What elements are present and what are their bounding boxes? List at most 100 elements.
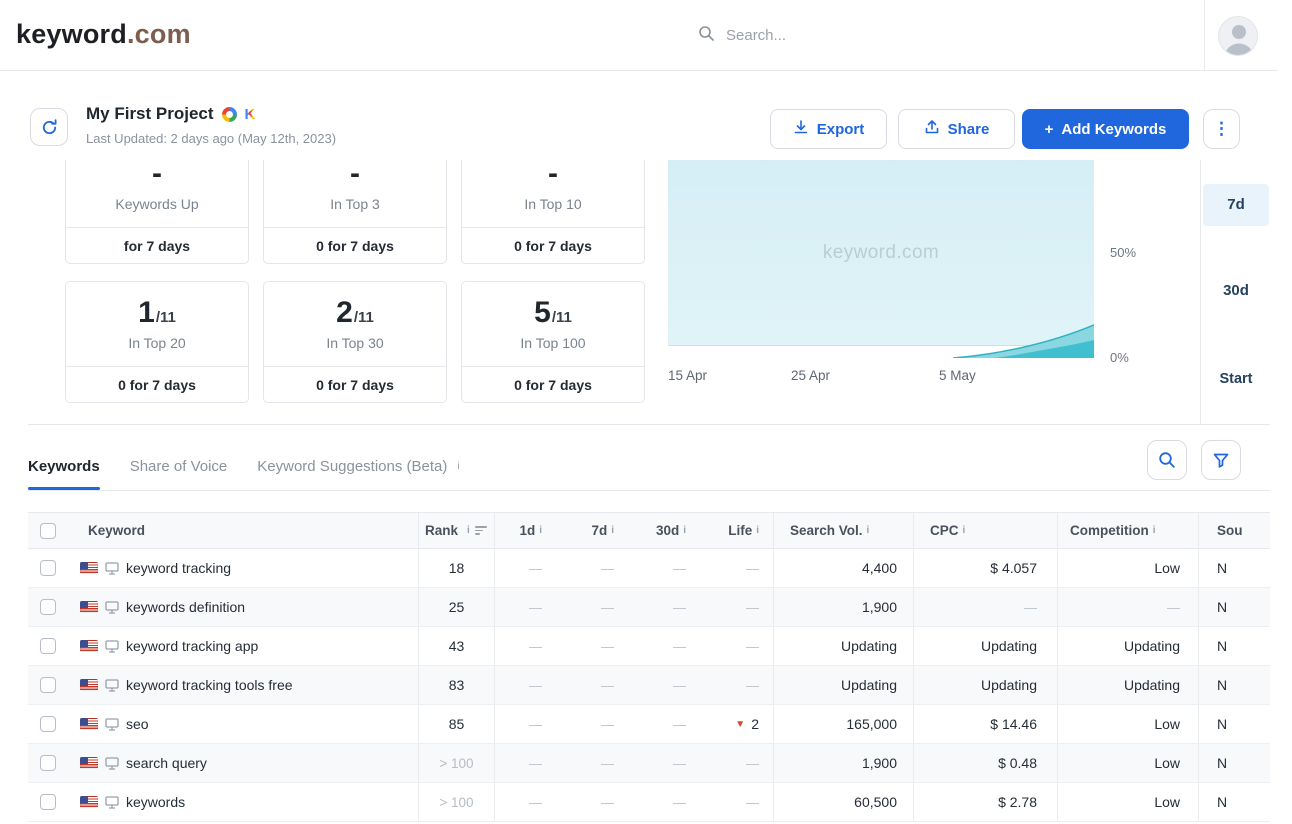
brand-logo[interactable]: keyword.com [16,19,191,50]
header-keyword[interactable]: Keyword [70,513,418,548]
keyword-cell[interactable]: keyword tracking [70,549,418,587]
search-input[interactable] [726,27,946,44]
info-icon[interactable]: i [539,525,542,536]
row-checkbox[interactable] [40,560,56,576]
change-7d-cell: — [556,744,628,782]
search-vol-cell: 165,000 [773,705,913,743]
download-icon [793,119,809,139]
stat-card-top20: 1/11In Top 20 0 for 7 days [65,281,249,403]
rank-cell: 18 [418,549,494,587]
table-body: keyword tracking 18 — — — — 4,400 $ 4.05… [28,549,1270,822]
filter-button[interactable] [1201,440,1241,480]
row-checkbox[interactable] [40,716,56,732]
row-checkbox[interactable] [40,755,56,771]
info-icon[interactable]: i [467,525,470,536]
source-cell: N [1198,666,1270,704]
info-icon[interactable]: i [457,461,459,472]
info-icon[interactable]: i [963,525,966,536]
stat-footer: 0 for 7 days [462,228,644,263]
header-7d[interactable]: 7di [556,513,628,548]
tab-keyword-suggestions[interactable]: Keyword Suggestions (Beta) i [257,458,459,475]
range-30d-button[interactable]: 30d [1203,282,1269,299]
range-start-button[interactable]: Start [1203,371,1269,387]
stat-footer: 0 for 7 days [264,228,446,263]
keyword-cell[interactable]: seo [70,705,418,743]
info-icon[interactable]: i [683,525,686,536]
change-7d-cell: — [556,588,628,626]
change-30d-cell: — [628,666,700,704]
cpc-cell: $ 14.46 [913,705,1057,743]
header-1d[interactable]: 1di [494,513,556,548]
cpc-cell: $ 4.057 [913,549,1057,587]
header-life[interactable]: Lifei [700,513,773,548]
tab-label: Keyword Suggestions (Beta) [257,458,447,475]
add-keywords-button[interactable]: + Add Keywords [1022,109,1189,149]
global-search[interactable] [698,0,946,71]
avatar[interactable] [1218,16,1258,56]
stat-card-top10: -In Top 10 0 for 7 days [461,160,645,264]
table-row: seo 85 — — — ▼ 2 165,000 $ 14.46 Low N [28,705,1270,744]
life-value: — [746,600,759,615]
tab-keywords[interactable]: Keywords [28,458,100,475]
keyword-k-icon: K [245,106,256,123]
competition-cell: Low [1057,549,1198,587]
share-icon [924,119,940,139]
header-source[interactable]: Sou [1198,513,1270,548]
x-tick-5may: 5 May [939,368,976,383]
rank-cell: 25 [418,588,494,626]
us-flag-icon [80,679,98,691]
source-cell: N [1198,627,1270,665]
table-search-button[interactable] [1147,440,1187,480]
tab-share-of-voice[interactable]: Share of Voice [130,458,228,475]
header-30d[interactable]: 30di [628,513,700,548]
life-cell: — [700,549,773,587]
life-cell: ▼ 2 [700,705,773,743]
range-7d-button[interactable]: 7d [1203,184,1269,226]
keyword-text: search query [126,755,207,771]
y-tick-50: 50% [1110,245,1136,260]
competition-cell: Low [1057,744,1198,782]
info-icon[interactable]: i [867,525,870,536]
keyword-cell[interactable]: search query [70,744,418,782]
change-30d-cell: — [628,627,700,665]
share-button[interactable]: Share [898,109,1015,149]
project-title: My First Project [86,104,214,124]
x-tick-25apr: 25 Apr [791,368,830,383]
stat-card-keywords-up: -Keywords Up for 7 days [65,160,249,264]
desktop-icon [105,796,119,809]
keyword-cell[interactable]: keywords definition [70,588,418,626]
change-7d-cell: — [556,783,628,821]
stat-value: 2 [336,298,353,328]
info-icon[interactable]: i [756,525,759,536]
row-checkbox[interactable] [40,638,56,654]
row-checkbox[interactable] [40,677,56,693]
competition-cell: Updating [1057,666,1198,704]
stat-footer: 0 for 7 days [462,367,644,402]
logo-primary: keyword [16,19,127,49]
competition-cell: Low [1057,705,1198,743]
info-icon[interactable]: i [611,525,614,536]
row-checkbox[interactable] [40,599,56,615]
keyword-cell[interactable]: keyword tracking app [70,627,418,665]
select-all-checkbox[interactable] [40,523,56,539]
life-cell: — [700,627,773,665]
stat-label: In Top 3 [330,196,380,212]
export-button[interactable]: Export [770,109,887,149]
rank-cell: 83 [418,666,494,704]
info-icon[interactable]: i [1153,525,1156,536]
keyword-cell[interactable]: keywords [70,783,418,821]
refresh-button[interactable] [30,108,68,146]
sort-icon[interactable] [475,526,487,535]
header-rank[interactable]: Ranki [418,513,494,548]
header-search-vol[interactable]: Search Vol.i [773,513,913,548]
source-cell: N [1198,744,1270,782]
search-vol-cell: 60,500 [773,783,913,821]
kebab-menu-button[interactable]: ⋮ [1203,109,1240,149]
desktop-icon [105,640,119,653]
header-competition[interactable]: Competitioni [1057,513,1198,548]
keyword-text: keywords [126,794,185,810]
row-checkbox[interactable] [40,794,56,810]
keyword-text: keyword tracking app [126,638,258,654]
header-cpc[interactable]: CPCi [913,513,1057,548]
keyword-cell[interactable]: keyword tracking tools free [70,666,418,704]
